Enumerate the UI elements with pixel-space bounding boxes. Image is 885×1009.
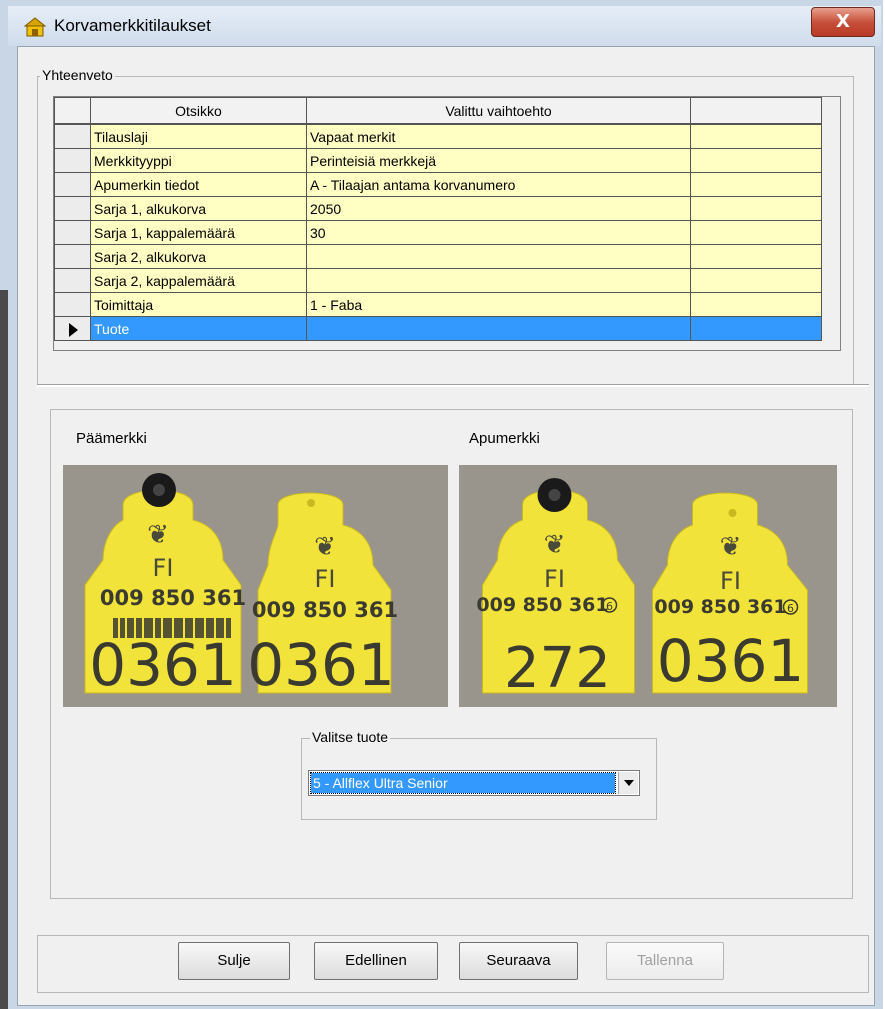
row-header[interactable]	[54, 316, 91, 341]
dialog-client-area: Yhteenveto Otsikko Valittu vaihtoehto Ti…	[17, 46, 875, 1006]
cell-extra[interactable]	[690, 292, 822, 317]
helper-tag-2-big: 0361	[657, 627, 805, 695]
table-row[interactable]: Tilauslaji Vapaat merkit	[54, 123, 822, 149]
main-tag-image: ❦ ❦ FI 009 850 361 0361 FI 009 850 361 0…	[63, 465, 448, 707]
cell-value[interactable]: Vapaat merkit	[306, 123, 691, 149]
column-header-title[interactable]: Otsikko	[90, 97, 307, 125]
summary-grid[interactable]: Otsikko Valittu vaihtoehto Tilauslaji Vap…	[53, 96, 841, 351]
cell-title[interactable]: Sarja 2, kappalemäärä	[90, 268, 307, 293]
cell-extra[interactable]	[690, 196, 822, 221]
table-row[interactable]: Toimittaja 1 - Faba	[54, 292, 822, 317]
cell-value[interactable]	[306, 316, 691, 341]
next-button[interactable]: Seuraava	[459, 942, 578, 980]
save-button[interactable]: Tallenna	[606, 942, 724, 980]
cell-title[interactable]: Merkkityyppi	[90, 148, 307, 173]
row-header[interactable]	[54, 123, 91, 149]
helper-tag-label: Apumerkki	[469, 430, 540, 447]
column-header-value[interactable]: Valittu vaihtoehto	[306, 97, 691, 125]
helper-tag-2-number: 009 850 361	[654, 596, 786, 618]
column-header-extra[interactable]	[690, 97, 822, 125]
cell-value[interactable]: 1 - Faba	[306, 292, 691, 317]
dropdown-button[interactable]	[618, 772, 638, 794]
row-header[interactable]	[54, 244, 91, 269]
helper-tag-1-big: 272	[504, 636, 611, 701]
table-row[interactable]: Merkkityyppi Perinteisiä merkkejä	[54, 148, 822, 173]
table-row[interactable]: Sarja 1, alkukorva 2050	[54, 196, 822, 221]
cell-title[interactable]: Sarja 2, alkukorva	[90, 244, 307, 269]
main-tag-1-country: FI	[153, 554, 174, 582]
cell-title[interactable]: Toimittaja	[90, 292, 307, 317]
helper-tag-1-number: 009 850 361	[476, 594, 608, 616]
cell-value[interactable]	[306, 244, 691, 269]
helper-tag-1-circle-mark: 6	[606, 600, 613, 613]
cell-extra[interactable]	[690, 172, 822, 197]
helper-tag-2-country: FI	[720, 567, 741, 595]
table-row[interactable]: Sarja 1, kappalemäärä 30	[54, 220, 822, 245]
row-header[interactable]	[54, 148, 91, 173]
row-header[interactable]	[54, 196, 91, 221]
window-title: Korvamerkkitilaukset	[54, 16, 211, 35]
product-select[interactable]: 5 - Allflex Ultra Senior	[308, 770, 640, 796]
helper-tag-image: ❦ ❦ FI 009 850 361 6 272 FI 009 850 361 …	[459, 465, 837, 707]
svg-text:❦: ❦	[147, 520, 169, 550]
current-row-icon	[69, 322, 78, 337]
summary-table: Otsikko Valittu vaihtoehto Tilauslaji Vap…	[54, 97, 822, 341]
cell-title[interactable]: Sarja 1, kappalemäärä	[90, 220, 307, 245]
row-header[interactable]	[54, 220, 91, 245]
cell-extra[interactable]	[690, 220, 822, 245]
cell-value[interactable]: Perinteisiä merkkejä	[306, 148, 691, 173]
main-tag-label: Päämerkki	[76, 430, 147, 447]
row-header-corner	[54, 97, 91, 125]
button-panel	[37, 935, 869, 993]
helper-tag-photo: ❦ ❦ FI 009 850 361 6 272 FI 009 850 361 …	[462, 465, 837, 707]
close-button[interactable]: Sulje	[178, 942, 290, 980]
cell-extra[interactable]	[690, 148, 822, 173]
helper-tag-1-country: FI	[544, 565, 565, 593]
title-bar[interactable]: Korvamerkkitilaukset X	[8, 6, 881, 46]
cell-value[interactable]: 2050	[306, 196, 691, 221]
main-tag-2-big: 0361	[247, 631, 395, 699]
cell-value[interactable]: 30	[306, 220, 691, 245]
main-tag-2-number: 009 850 361	[252, 598, 398, 622]
cell-value[interactable]: A - Tilaajan antama korvanumero	[306, 172, 691, 197]
cell-value[interactable]	[306, 268, 691, 293]
close-icon: X	[836, 11, 850, 32]
cell-extra[interactable]	[690, 123, 822, 149]
summary-group-label: Yhteenveto	[40, 67, 115, 83]
helper-tag-2-circle-mark: 6	[787, 602, 794, 615]
row-header[interactable]	[54, 172, 91, 197]
previous-button[interactable]: Edellinen	[314, 942, 438, 980]
main-tag-2-country: FI	[315, 565, 336, 593]
main-tag-1-big: 0361	[89, 631, 237, 699]
table-row[interactable]: Tuote	[54, 316, 822, 341]
table-row[interactable]: Sarja 2, kappalemäärä	[54, 268, 822, 293]
table-row[interactable]: Apumerkin tiedot A - Tilaajan antama korv…	[54, 172, 822, 197]
cell-extra[interactable]	[690, 316, 822, 341]
product-select-value: 5 - Allflex Ultra Senior	[310, 772, 616, 794]
cell-title[interactable]: Sarja 1, alkukorva	[90, 196, 307, 221]
cell-title[interactable]: Apumerkin tiedot	[90, 172, 307, 197]
main-tag-1-number: 009 850 361	[100, 586, 246, 610]
select-product-group-label: Valitse tuote	[310, 729, 391, 745]
table-row[interactable]: Sarja 2, alkukorva	[54, 244, 822, 269]
cell-extra[interactable]	[690, 268, 822, 293]
barn-icon	[24, 17, 46, 37]
summary-header-row: Otsikko Valittu vaihtoehto	[54, 97, 822, 125]
svg-text:❦: ❦	[314, 532, 336, 562]
cell-extra[interactable]	[690, 244, 822, 269]
close-window-button[interactable]: X	[811, 7, 875, 37]
row-header[interactable]	[54, 268, 91, 293]
chevron-down-icon	[624, 780, 634, 786]
cell-title[interactable]: Tuote	[90, 316, 307, 341]
svg-text:❦: ❦	[544, 530, 566, 560]
svg-text:❦: ❦	[720, 532, 742, 562]
section-divider	[37, 384, 869, 387]
cell-title[interactable]: Tilauslaji	[90, 123, 307, 149]
main-tag-photo: ❦ ❦ FI 009 850 361 0361 FI 009 850 361 0…	[63, 465, 448, 707]
row-header[interactable]	[54, 292, 91, 317]
background-edge	[0, 290, 8, 1009]
